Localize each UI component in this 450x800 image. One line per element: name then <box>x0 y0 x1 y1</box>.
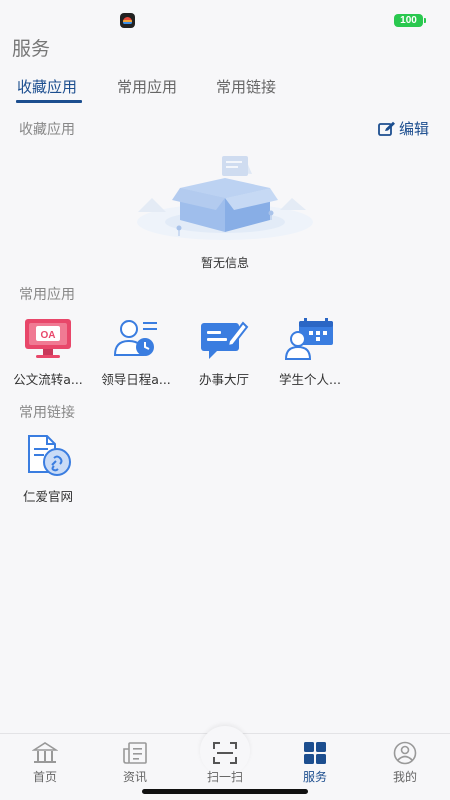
nav-label: 我的 <box>392 770 417 784</box>
common-links-section-title: 常用链接 <box>19 405 75 421</box>
service-hall-icon <box>201 321 249 359</box>
notification-app-icon <box>120 13 135 28</box>
leader-schedule-icon <box>113 320 157 356</box>
edit-label: 编辑 <box>399 120 430 138</box>
app-label: 学生个人... <box>279 372 341 387</box>
tab-bar: 收藏应用 常用应用 常用链接 <box>0 72 450 104</box>
nav-item-service[interactable]: 服务 <box>270 734 360 790</box>
link-document-icon <box>28 435 71 476</box>
link-item-official-site[interactable]: 仁爱官网 <box>0 434 98 505</box>
app-label: 办事大厅 <box>198 372 249 387</box>
nav-label: 服务 <box>302 770 327 784</box>
home-indicator <box>142 789 308 794</box>
tab-common-apps[interactable]: 常用应用 <box>117 76 177 97</box>
app-label: 领导日程a... <box>101 372 171 387</box>
nav-label: 扫一扫 <box>206 770 243 784</box>
app-item-student-personal[interactable]: 学生个人... <box>260 317 360 388</box>
news-icon <box>123 742 147 764</box>
home-building-icon <box>32 742 58 763</box>
scan-icon <box>213 742 237 764</box>
oa-monitor-icon: OA <box>25 319 71 358</box>
app-item-document-flow[interactable]: OA 公文流转a... <box>0 317 98 388</box>
profile-icon <box>393 741 417 765</box>
app-item-service-hall[interactable]: 办事大厅 <box>174 317 274 388</box>
favorites-section-title: 收藏应用 <box>19 122 75 138</box>
app-item-leader-schedule[interactable]: 领导日程a... <box>86 317 186 388</box>
empty-box-illustration <box>137 156 313 240</box>
nav-item-profile[interactable]: 我的 <box>360 734 450 790</box>
student-personal-icon <box>285 318 333 360</box>
page-title: 服务 <box>12 38 51 60</box>
edit-icon <box>378 121 395 136</box>
nav-label: 首页 <box>32 770 57 784</box>
status-bar: 100 <box>0 0 450 40</box>
app-label: 公文流转a... <box>13 372 83 387</box>
battery-indicator: 100 <box>394 14 426 27</box>
nav-item-news[interactable]: 资讯 <box>90 734 180 790</box>
nav-label: 资讯 <box>122 770 147 784</box>
active-tab-indicator <box>16 100 82 103</box>
nav-item-home[interactable]: 首页 <box>0 734 90 790</box>
edit-button[interactable]: 编辑 <box>378 118 429 139</box>
tab-common-links[interactable]: 常用链接 <box>216 76 276 97</box>
nav-item-scan[interactable]: 扫一扫 <box>180 734 270 790</box>
svg-text:OA: OA <box>41 330 56 341</box>
tab-favorite-apps[interactable]: 收藏应用 <box>17 76 77 97</box>
link-label: 仁爱官网 <box>22 489 73 504</box>
empty-state-text: 暂无信息 <box>200 256 249 270</box>
common-apps-section-title: 常用应用 <box>19 287 75 303</box>
service-grid-icon <box>304 742 326 764</box>
